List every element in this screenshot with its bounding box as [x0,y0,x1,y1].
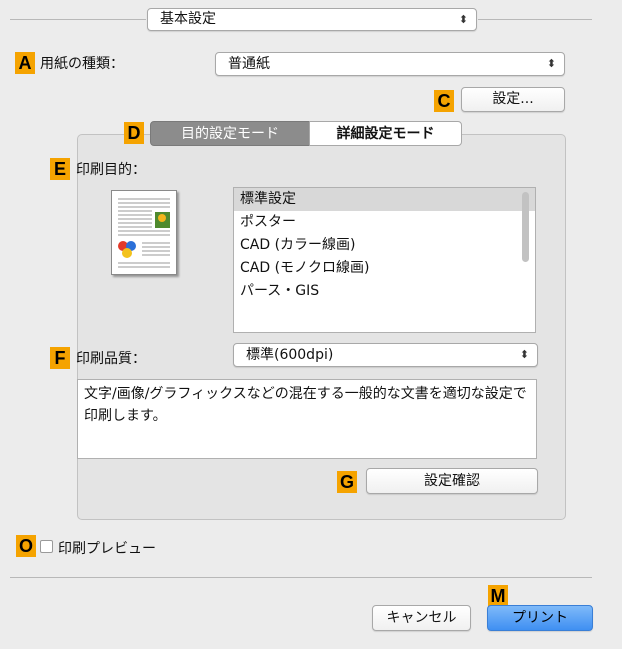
document-preview-icon [111,190,177,275]
marker-m: M [488,585,508,607]
marker-g: G [337,471,357,493]
print-quality-value: 標準(600dpi) [246,347,334,363]
footer-divider [10,577,592,578]
preset-value: 基本設定 [160,11,216,27]
list-item[interactable]: ポスター [234,211,535,234]
list-item[interactable]: 標準設定 [234,188,535,211]
print-preview-label: 印刷プレビュー [58,541,156,557]
confirm-settings-button[interactable]: 設定確認 [366,468,538,494]
chevron-updown-icon: ⬍ [546,57,556,70]
tab-purpose-mode[interactable]: 目的設定モード [150,121,310,146]
marker-e: E [50,158,70,180]
chevron-updown-icon: ⬍ [519,348,529,361]
top-divider-left [10,19,146,20]
print-preview-checkbox[interactable] [40,540,53,553]
marker-d: D [124,122,144,144]
print-purpose-list[interactable]: 標準設定 ポスター CAD (カラー線画) CAD (モノクロ線画) パース・G… [233,187,536,333]
list-item[interactable]: パース・GIS [234,280,535,303]
print-button[interactable]: プリント [487,605,593,631]
top-divider-right [478,19,592,20]
quality-description: 文字/画像/グラフィックスなどの混在する一般的な文書を適切な設定で印刷します。 [77,379,537,459]
print-quality-label: 印刷品質： [76,351,146,367]
paper-type-popup[interactable]: 普通紙 ⬍ [215,52,565,76]
settings-button[interactable]: 設定... [461,87,565,112]
preset-popup[interactable]: 基本設定 ⬍ [147,8,477,31]
print-purpose-label: 印刷目的： [76,162,146,178]
paper-type-label: 用紙の種類： [40,56,124,72]
marker-f: F [50,347,70,369]
cancel-button[interactable]: キャンセル [372,605,471,631]
list-item[interactable]: CAD (カラー線画) [234,234,535,257]
tab-detail-mode[interactable]: 詳細設定モード [309,121,462,146]
marker-o: O [16,535,36,557]
paper-type-value: 普通紙 [228,56,270,72]
print-dialog: { "preset_popup": { "value": "基本設定" }, "… [0,0,622,649]
print-quality-popup[interactable]: 標準(600dpi) ⬍ [233,343,538,367]
marker-c: C [434,90,454,112]
chevron-updown-icon: ⬍ [458,13,468,26]
list-scrollbar[interactable] [522,192,529,262]
list-item[interactable]: CAD (モノクロ線画) [234,257,535,280]
marker-a: A [15,52,35,74]
